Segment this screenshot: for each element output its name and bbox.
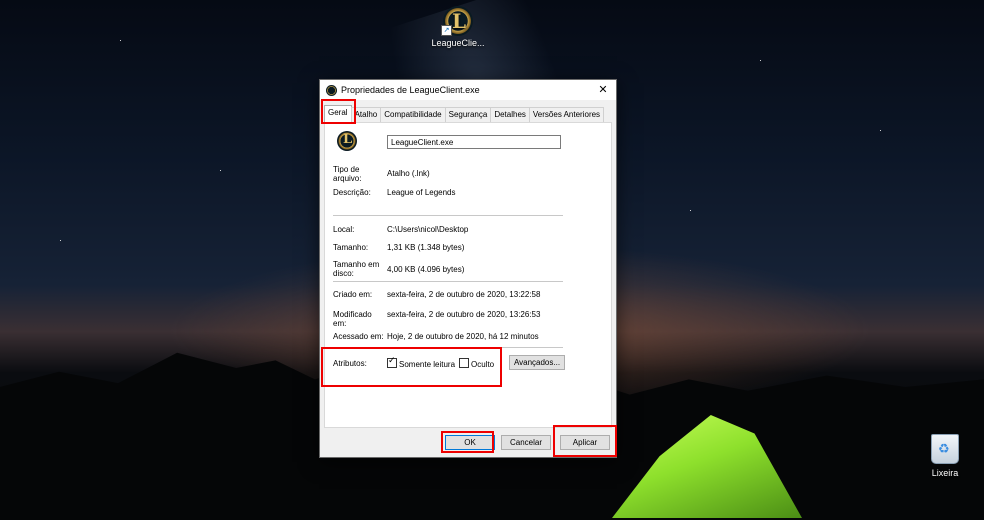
atributos-label: Atributos: bbox=[333, 359, 367, 368]
tab-versoes-anteriores[interactable]: Versões Anteriores bbox=[528, 107, 605, 122]
tab-seguranca[interactable]: Segurança bbox=[444, 107, 492, 122]
modificado-label-1: Modificado bbox=[333, 310, 372, 319]
dialog-title: Propriedades de LeagueClient.exe bbox=[341, 85, 480, 95]
file-league-icon bbox=[337, 131, 357, 151]
local-label: Local: bbox=[333, 225, 355, 234]
readonly-checkbox[interactable]: Somente leitura bbox=[387, 356, 456, 369]
tamanho-disco-value: 4,00 KB (4.096 bytes) bbox=[387, 265, 465, 274]
modificado-label-2: em: bbox=[333, 319, 347, 328]
acessado-value: Hoje, 2 de outubro de 2020, há 12 minuto… bbox=[387, 332, 539, 341]
readonly-label: Somente leitura bbox=[399, 360, 456, 369]
desktop-icon-leagueclient[interactable]: ↗ LeagueClie... bbox=[428, 6, 488, 48]
properties-dialog: Propriedades de LeagueClient.exe ✕ Geral… bbox=[319, 79, 617, 458]
criado-value: sexta-feira, 2 de outubro de 2020, 13:22… bbox=[387, 290, 541, 299]
tab-panel-geral: LeagueClient.exe Tipo de arquivo: Atalho… bbox=[324, 122, 612, 428]
tipo-label-2: arquivo: bbox=[333, 174, 362, 183]
acessado-label: Acessado em: bbox=[333, 332, 384, 341]
divider bbox=[333, 281, 563, 282]
apply-button[interactable]: Aplicar bbox=[560, 435, 610, 450]
tamanho-disco-label-2: disco: bbox=[333, 269, 354, 278]
checkbox-unchecked-icon[interactable] bbox=[459, 358, 469, 368]
tipo-value: Atalho (.lnk) bbox=[387, 169, 430, 178]
star bbox=[60, 240, 61, 241]
tab-compatibilidade[interactable]: Compatibilidade bbox=[380, 107, 446, 122]
tab-atalho[interactable]: Atalho bbox=[350, 107, 382, 122]
checkbox-checked-icon[interactable] bbox=[387, 356, 397, 368]
tab-detalhes[interactable]: Detalhes bbox=[490, 107, 530, 122]
file-name-field[interactable]: LeagueClient.exe bbox=[387, 135, 561, 149]
local-value: C:\Users\nicol\Desktop bbox=[387, 225, 469, 234]
league-logo-icon bbox=[326, 84, 337, 96]
divider bbox=[333, 215, 563, 216]
star bbox=[690, 210, 691, 211]
hidden-checkbox[interactable]: Oculto bbox=[459, 358, 494, 369]
star bbox=[120, 40, 121, 41]
tab-geral[interactable]: Geral bbox=[324, 105, 352, 122]
criado-label: Criado em: bbox=[333, 290, 373, 299]
tamanho-value: 1,31 KB (1.348 bytes) bbox=[387, 243, 465, 252]
modificado-value: sexta-feira, 2 de outubro de 2020, 13:26… bbox=[387, 310, 541, 319]
hidden-label: Oculto bbox=[471, 360, 495, 369]
ok-button[interactable]: OK bbox=[445, 435, 495, 450]
star bbox=[220, 170, 221, 171]
recycle-bin-label: Lixeira bbox=[931, 468, 959, 478]
descricao-label: Descrição: bbox=[333, 188, 371, 197]
star bbox=[760, 60, 761, 61]
league-logo-icon: ↗ bbox=[441, 6, 473, 36]
tamanho-label: Tamanho: bbox=[333, 243, 369, 252]
recycle-bin-icon bbox=[931, 434, 959, 464]
tamanho-disco-label-1: Tamanho em bbox=[333, 260, 380, 269]
desktop-icon-label: LeagueClie... bbox=[431, 38, 485, 48]
tipo-label-1: Tipo de bbox=[333, 165, 360, 174]
desktop-icon-recycle-bin[interactable]: Lixeira bbox=[922, 434, 968, 478]
dialog-titlebar[interactable]: Propriedades de LeagueClient.exe ✕ bbox=[320, 80, 616, 100]
divider bbox=[333, 347, 563, 348]
cancel-button[interactable]: Cancelar bbox=[501, 435, 551, 450]
star bbox=[880, 130, 881, 131]
advanced-button[interactable]: Avançados... bbox=[509, 355, 565, 370]
descricao-value: League of Legends bbox=[387, 188, 456, 197]
shortcut-arrow-icon: ↗ bbox=[441, 25, 452, 36]
close-button[interactable]: ✕ bbox=[590, 80, 616, 100]
tab-bar: Geral Atalho Compatibilidade Segurança D… bbox=[324, 105, 605, 122]
